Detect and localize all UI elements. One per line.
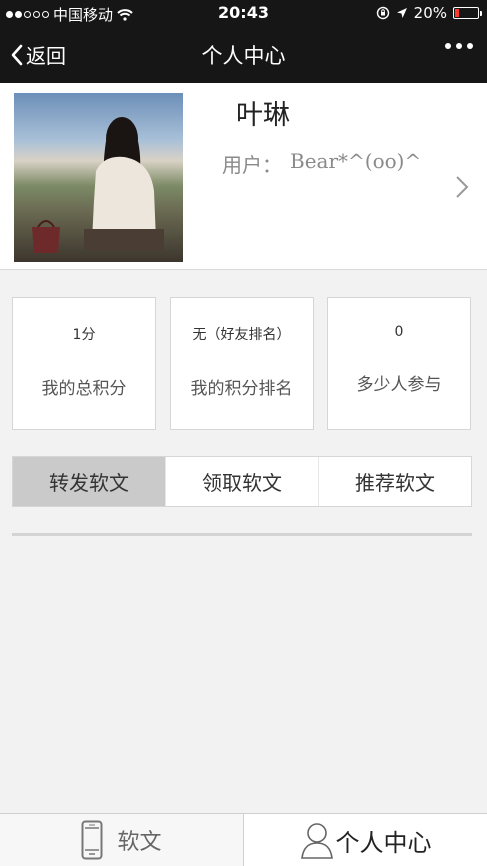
battery-icon [453, 7, 482, 19]
profile-name: 叶琳 [236, 100, 290, 131]
stat-label: 我的总积分 [41, 379, 127, 399]
stat-label: 我的积分排名 [190, 379, 293, 399]
bag-shape [32, 220, 60, 253]
bottom-nav-label: 个人中心 [335, 828, 432, 857]
bottom-nav-profile[interactable]: 个人中心 [243, 814, 487, 866]
user-icon [300, 823, 333, 859]
stat-points-rank[interactable]: 无（好友排名） 我的积分排名 [169, 297, 314, 430]
stat-total-points[interactable]: 1分 我的总积分 [12, 297, 156, 430]
avatar [14, 93, 183, 262]
battery-fill [455, 9, 459, 17]
page-title: 个人中心 [201, 44, 286, 68]
status-icons: 20% [376, 4, 482, 22]
stat-label: 多少人参与 [356, 375, 442, 395]
chevron-right-icon[interactable] [455, 175, 469, 199]
stat-value: 无（好友排名） [192, 327, 291, 343]
username-label: 用户： [222, 153, 282, 177]
nav-bar: 返回 个人中心 [0, 26, 487, 83]
content-divider [12, 533, 472, 536]
article-tabs: 转发软文 领取软文 推荐软文 [12, 456, 472, 507]
stat-participants[interactable]: 0 多少人参与 [327, 297, 471, 430]
battery-percent: 20% [413, 4, 447, 22]
stat-value: 1分 [72, 327, 96, 343]
tab-claim-article[interactable]: 领取软文 [165, 457, 318, 506]
bottom-nav-label: 软文 [117, 830, 162, 855]
profile-username: 用户： Bear*^(oo)^ [222, 149, 421, 178]
username-value: Bear*^(oo)^ [290, 149, 422, 173]
avatar-photo-figure [84, 117, 164, 251]
stat-value: 0 [394, 324, 404, 340]
ellipsis-icon [445, 43, 451, 49]
tab-recommend-article[interactable]: 推荐软文 [318, 457, 471, 506]
bottom-nav: 软文 个人中心 [0, 813, 487, 866]
tab-forward-article[interactable]: 转发软文 [13, 457, 165, 506]
profile-card[interactable]: 叶琳 用户： Bear*^(oo)^ [0, 83, 487, 270]
more-button[interactable] [445, 43, 473, 49]
phone-icon [81, 820, 103, 860]
location-icon [396, 8, 407, 18]
bottom-nav-articles[interactable]: 软文 [0, 814, 243, 866]
status-bar: 中国移动 20:43 20% [0, 0, 487, 26]
rotation-lock-icon [376, 6, 389, 20]
stats-row: 1分 我的总积分 无（好友排名） 我的积分排名 0 多少人参与 [12, 297, 471, 430]
